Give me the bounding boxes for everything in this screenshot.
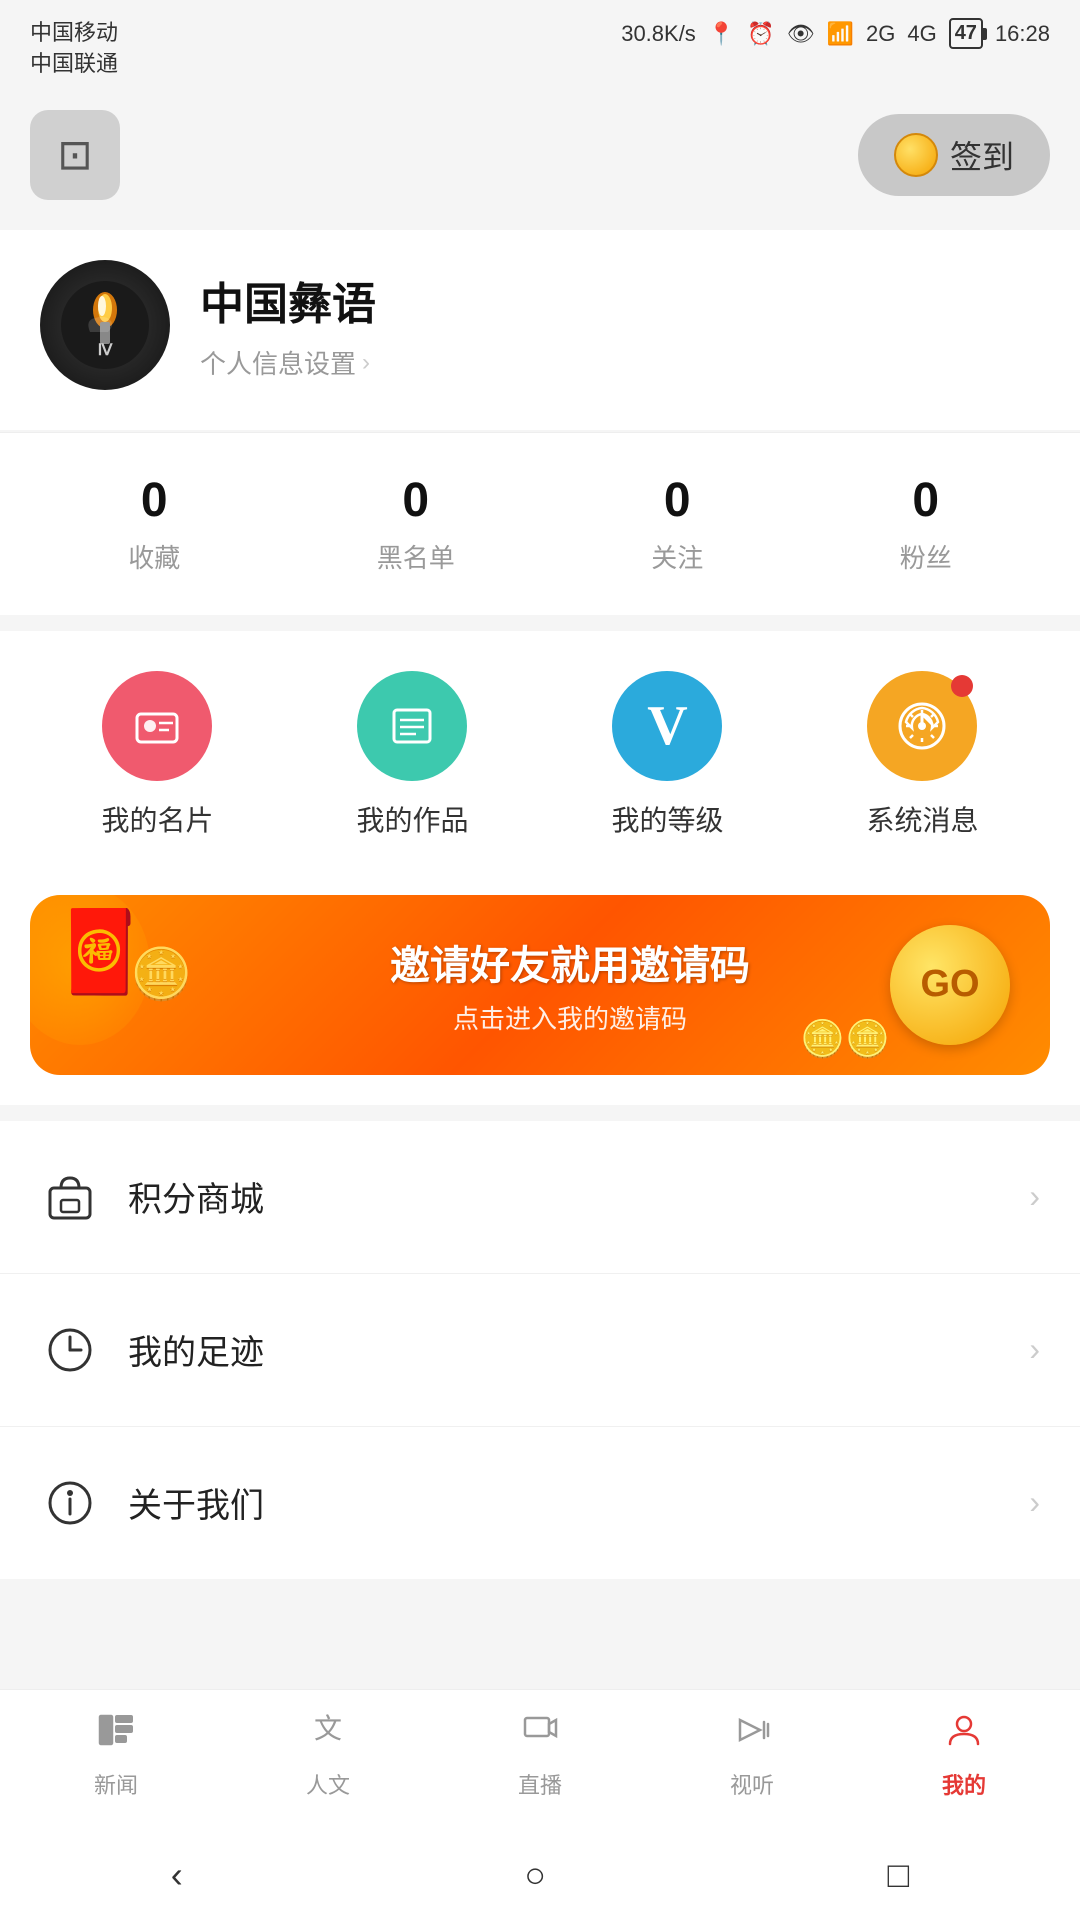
about-arrow-icon: ›: [1029, 1484, 1040, 1521]
profile-settings-link[interactable]: 个人信息设置 ›: [200, 344, 1040, 381]
nav-mine-icon: [944, 1710, 984, 1760]
home-button[interactable]: ○: [484, 1844, 586, 1906]
status-right: 30.8K/s 📍 ⏰ 👁 📶 2G 4G 47 16:28: [621, 18, 1050, 49]
list-item-shop[interactable]: 积分商城 ›: [0, 1121, 1080, 1274]
my-card-label: 我的名片: [101, 799, 213, 839]
favorites-count: 0: [141, 473, 168, 528]
about-label: 关于我们: [128, 1478, 1029, 1527]
my-level-label: 我的等级: [611, 799, 723, 839]
profile-info: 中国彝语 个人信息设置 ›: [200, 268, 1040, 381]
recent-button[interactable]: □: [848, 1844, 950, 1906]
shop-icon: [40, 1167, 100, 1227]
nav-culture-icon: 文: [308, 1710, 348, 1760]
fans-label: 粉丝: [900, 538, 952, 575]
favorites-label: 收藏: [128, 538, 180, 575]
stat-following[interactable]: 0 关注: [651, 473, 703, 575]
nav-mine-label: 我的: [942, 1768, 986, 1800]
checkin-button[interactable]: 签到: [858, 114, 1050, 196]
nav-news-icon: [96, 1710, 136, 1760]
my-works-label: 我的作品: [356, 799, 468, 839]
nav-audio-label: 视听: [730, 1768, 774, 1800]
banner-section: 🧧 🪙 邀请好友就用邀请码 点击进入我的邀请码 🪙🪙 GO: [0, 879, 1080, 1105]
scan-icon: ⊡: [57, 130, 92, 179]
alarm-icon: ⏰: [747, 21, 774, 47]
shop-arrow-icon: ›: [1029, 1178, 1040, 1215]
following-count: 0: [664, 473, 691, 528]
stat-blacklist[interactable]: 0 黑名单: [377, 473, 455, 575]
menu-my-card[interactable]: 我的名片: [101, 671, 213, 839]
menu-my-works[interactable]: 我的作品: [356, 671, 468, 839]
banner-content: 邀请好友就用邀请码 点击进入我的邀请码: [250, 933, 890, 1036]
menu-my-level[interactable]: V 我的等级: [611, 671, 723, 839]
list-section: 积分商城 › 我的足迹 › 关于我们 ›: [0, 1121, 1080, 1579]
wifi-icon: 📶: [827, 21, 854, 47]
back-button[interactable]: ‹: [131, 1844, 223, 1906]
menu-system-msg[interactable]: 系统消息: [866, 671, 978, 839]
battery-indicator: 47: [949, 18, 983, 49]
eye-icon: 👁: [787, 21, 815, 47]
menu-icons-section: 我的名片 我的作品 V 我的等级: [0, 631, 1080, 879]
coin-icon: [894, 133, 938, 177]
checkin-label: 签到: [950, 132, 1014, 178]
history-arrow-icon: ›: [1029, 1331, 1040, 1368]
nav-audio[interactable]: 视听: [646, 1710, 858, 1800]
avatar-image: Ⅳ: [60, 280, 150, 370]
scan-button[interactable]: ⊡: [30, 110, 120, 200]
signal-4g-icon: 4G: [907, 21, 936, 47]
nav-news-label: 新闻: [94, 1768, 138, 1800]
avatar[interactable]: Ⅳ: [40, 260, 170, 390]
blacklist-count: 0: [402, 473, 429, 528]
location-icon: 📍: [708, 21, 735, 47]
profile-section: Ⅳ 中国彝语 个人信息设置 ›: [0, 230, 1080, 430]
following-label: 关注: [651, 538, 703, 575]
nav-audio-icon: [732, 1710, 772, 1760]
list-item-about[interactable]: 关于我们 ›: [0, 1427, 1080, 1579]
invite-banner[interactable]: 🧧 🪙 邀请好友就用邀请码 点击进入我的邀请码 🪙🪙 GO: [30, 895, 1050, 1075]
banner-subtitle: 点击进入我的邀请码: [250, 999, 890, 1036]
notification-badge: [951, 675, 973, 697]
fans-count: 0: [912, 473, 939, 528]
network-speed: 30.8K/s: [621, 21, 696, 47]
banner-title: 邀请好友就用邀请码: [250, 933, 890, 991]
system-nav: ‹ ○ □: [0, 1830, 1080, 1920]
nav-culture[interactable]: 文 人文: [222, 1710, 434, 1800]
about-icon: [40, 1473, 100, 1533]
history-icon: [40, 1320, 100, 1380]
nav-live-icon: [520, 1710, 560, 1760]
nav-live[interactable]: 直播: [434, 1710, 646, 1800]
svg-text:文: 文: [314, 1713, 342, 1744]
carrier-info: 中国移动 中国联通: [30, 18, 118, 80]
stat-favorites[interactable]: 0 收藏: [128, 473, 180, 575]
signal-2g-icon: 2G: [866, 21, 895, 47]
stats-section: 0 收藏 0 黑名单 0 关注 0 粉丝: [0, 432, 1080, 615]
banner-go-button[interactable]: GO: [890, 925, 1010, 1045]
shop-label: 积分商城: [128, 1172, 1029, 1221]
profile-name: 中国彝语: [200, 268, 1040, 332]
my-level-icon: V: [612, 671, 722, 781]
nav-news[interactable]: 新闻: [10, 1710, 222, 1800]
nav-live-label: 直播: [518, 1768, 562, 1800]
nav-culture-label: 人文: [306, 1768, 350, 1800]
time-display: 16:28: [995, 21, 1050, 47]
stat-fans[interactable]: 0 粉丝: [900, 473, 952, 575]
blacklist-label: 黑名单: [377, 538, 455, 575]
list-item-history[interactable]: 我的足迹 ›: [0, 1274, 1080, 1427]
status-bar: 中国移动 中国联通 30.8K/s 📍 ⏰ 👁 📶 2G 4G 47 16:28: [0, 0, 1080, 90]
svg-text:Ⅳ: Ⅳ: [98, 342, 114, 359]
header: ⊡ 签到: [0, 90, 1080, 230]
system-msg-icon: [867, 671, 977, 781]
bottom-nav: 新闻 文 人文 直播 视听: [0, 1689, 1080, 1830]
banner-coin-deco: 🪙: [130, 945, 192, 1004]
my-card-icon: [102, 671, 212, 781]
nav-mine[interactable]: 我的: [858, 1710, 1070, 1800]
history-label: 我的足迹: [128, 1325, 1029, 1374]
settings-arrow-icon: ›: [362, 349, 370, 377]
my-works-icon: [357, 671, 467, 781]
system-msg-label: 系统消息: [866, 799, 978, 839]
